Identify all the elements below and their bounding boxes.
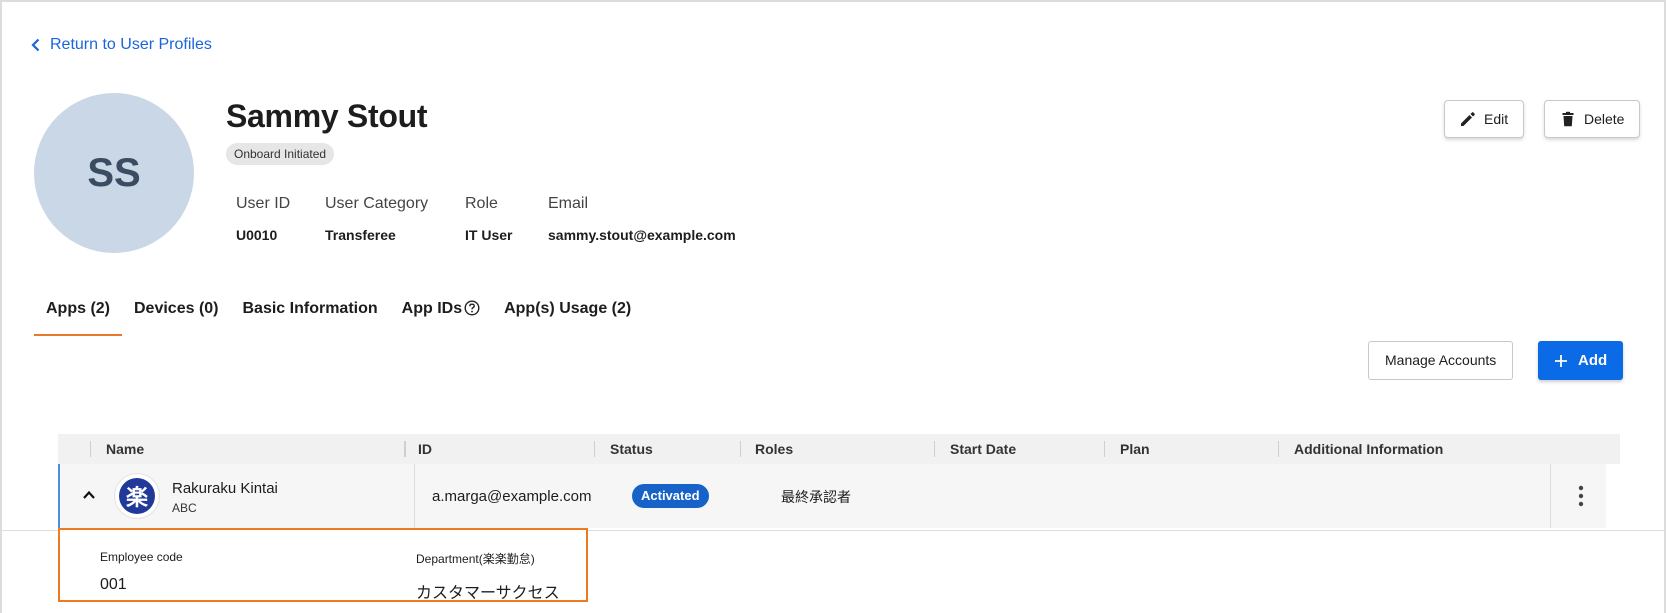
field-value: sammy.stout@example.com [548,227,736,243]
more-options-icon[interactable] [1578,484,1584,508]
tab-label: Apps (2) [46,300,110,317]
app-logo: 楽 [115,474,159,518]
detail-value: 001 [100,576,127,593]
add-button-label: Add [1578,352,1608,369]
return-link-label: Return to User Profiles [50,36,212,53]
field-label: Email [548,195,589,212]
field-value: U0010 [236,227,278,243]
page-title: Sammy Stout [226,98,428,134]
detail-label: Department(楽楽勤怠) [416,552,535,566]
delete-button-label: Delete [1584,111,1625,127]
cell-divider [414,464,415,528]
field-label: Role [465,195,498,212]
detail-label: Employee code [100,550,183,564]
detail-value: カスタマーサクセス [416,585,560,602]
column-header-status[interactable]: Status [610,434,653,464]
field-value: Transferee [325,227,396,243]
help-icon[interactable] [464,300,480,316]
tab-bar: Apps (2) Devices (0) Basic Information A… [34,290,643,336]
column-header-start-date[interactable]: Start Date [950,434,1016,464]
column-separator [934,441,935,457]
avatar: SS [34,93,194,253]
column-resize-handle[interactable] [404,441,406,457]
detail-department: Department(楽楽勤怠) カスタマーサクセス [416,550,560,603]
detail-employee-code: Employee code 001 [100,550,183,594]
tab-basic-information[interactable]: Basic Information [231,290,390,336]
cell-divider [1550,464,1551,528]
app-subtitle: ABC [172,501,197,515]
status-badge: Onboard Initiated [226,143,335,165]
delete-button[interactable]: Delete [1544,100,1641,138]
edit-button-label: Edit [1484,111,1509,127]
column-header-additional-information[interactable]: Additional Information [1294,434,1443,464]
column-header-id[interactable]: ID [418,434,432,464]
chevron-up-icon[interactable] [82,488,96,502]
tab-label: Devices (0) [134,300,219,317]
add-button[interactable]: Add [1538,341,1624,380]
column-header-roles[interactable]: Roles [755,434,793,464]
column-separator [90,441,91,457]
app-logo-glyph: 楽 [119,478,155,514]
field-user-id: User ID U0010 [236,195,290,243]
tab-apps[interactable]: Apps (2) [34,290,122,336]
field-role: Role IT User [465,195,512,243]
pencil-icon [1461,112,1475,126]
column-header-name[interactable]: Name [106,434,144,464]
cell-id: a.marga@example.com [432,488,592,505]
app-name: Rakuraku Kintai [172,480,278,497]
expanded-row-details: Employee code 001 Department(楽楽勤怠) カスタマー… [58,528,588,602]
column-separator [740,441,741,457]
tab-app-ids[interactable]: App IDs [390,290,492,336]
plus-icon [1555,354,1567,367]
column-header-plan[interactable]: Plan [1120,434,1150,464]
tab-label: App(s) Usage (2) [504,300,632,317]
field-email: Email sammy.stout@example.com [548,195,736,243]
tab-label: Basic Information [242,300,378,317]
return-link[interactable]: Return to User Profiles [30,36,212,54]
tab-devices[interactable]: Devices (0) [122,290,231,336]
column-separator [1278,441,1279,457]
column-separator [594,441,595,457]
table-row[interactable]: 楽 Rakuraku Kintai ABC a.marga@example.co… [58,464,1606,528]
avatar-initials: SS [87,150,141,195]
tab-app-usage[interactable]: App(s) Usage (2) [492,290,643,336]
column-separator [1104,441,1105,457]
status-badge: Activated [632,484,709,508]
field-value: IT User [465,227,513,243]
edit-button[interactable]: Edit [1444,100,1525,138]
manage-accounts-button[interactable]: Manage Accounts [1368,341,1514,380]
table-header: Name ID Status Roles Start Date Plan Add… [58,434,1620,464]
field-user-category: User Category Transferee [325,195,428,243]
field-label: User Category [325,195,429,212]
chevron-left-icon [31,38,40,52]
cell-roles: 最終承認者 [781,489,851,505]
trash-icon [1562,111,1574,127]
field-label: User ID [236,195,291,212]
tab-label: App IDs [401,300,463,317]
